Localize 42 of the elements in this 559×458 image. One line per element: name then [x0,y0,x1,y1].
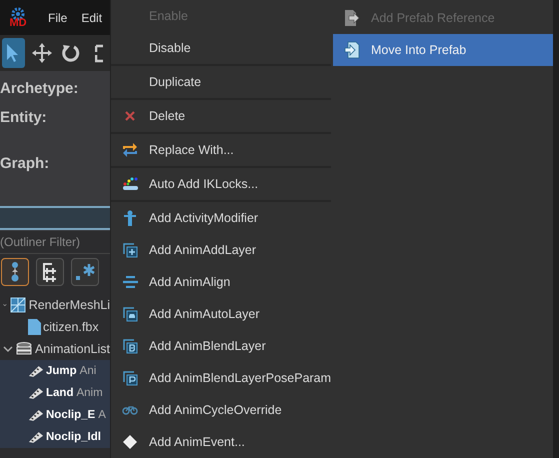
swap-arrows-icon [122,143,138,157]
menu-item[interactable]: Add AnimBlendLayer [111,330,331,362]
move-arrows-icon [30,42,53,64]
mesh-grid-icon [10,297,26,313]
menu-item[interactable]: Add AnimAddLayer [111,234,331,266]
property-label: Entity: [0,109,47,126]
car-layer-icon [122,306,138,322]
menu-item[interactable]: Move Into Prefab [333,34,553,66]
regex-filter-button[interactable] [71,258,99,286]
diamond-icon [123,435,137,449]
menu-item[interactable]: Add AnimCycleOverride [111,394,331,426]
menu-title[interactable]: File [48,10,68,24]
page-arrow-icon [344,41,360,59]
regex-icon [74,261,96,283]
add-layer-icon [122,242,138,258]
panel-splitter[interactable] [0,206,110,230]
menu-item[interactable]: Add ActivityModifier [111,202,331,234]
letter-b-layer-icon [122,338,138,354]
menu-item[interactable]: Add AnimAutoLayer [111,298,331,330]
property-label: Graph: [0,155,50,172]
align-center-icon [122,276,138,288]
tree-item[interactable]: citizen.fbx [43,320,99,334]
file-icon [28,319,41,335]
person-icon [124,210,136,226]
property-label: Archetype: [0,80,78,97]
tree-filter-button[interactable] [36,258,64,286]
stack-icon [16,342,32,356]
magic-wand-icon [122,176,138,192]
letter-p-layer-icon [122,370,138,386]
hierarchy-filter-button[interactable] [1,258,29,286]
tree-item[interactable]: RenderMeshLi [28,298,110,312]
menu-item[interactable]: Add AnimEvent... [111,426,331,458]
bicycle-icon [122,405,138,415]
menu-item[interactable]: Add AnimBlendLayerPoseParam [111,362,331,394]
select-tool[interactable] [2,38,24,68]
tree-item[interactable]: AnimationList [34,342,110,356]
menu-item[interactable]: Add AnimAlign [111,266,331,298]
rotate-icon [60,43,80,63]
expanded-chevron-icon[interactable] [3,345,13,353]
page-arrow-icon [344,9,360,27]
close-icon [125,111,135,121]
menu-title[interactable]: Edit [81,10,102,24]
